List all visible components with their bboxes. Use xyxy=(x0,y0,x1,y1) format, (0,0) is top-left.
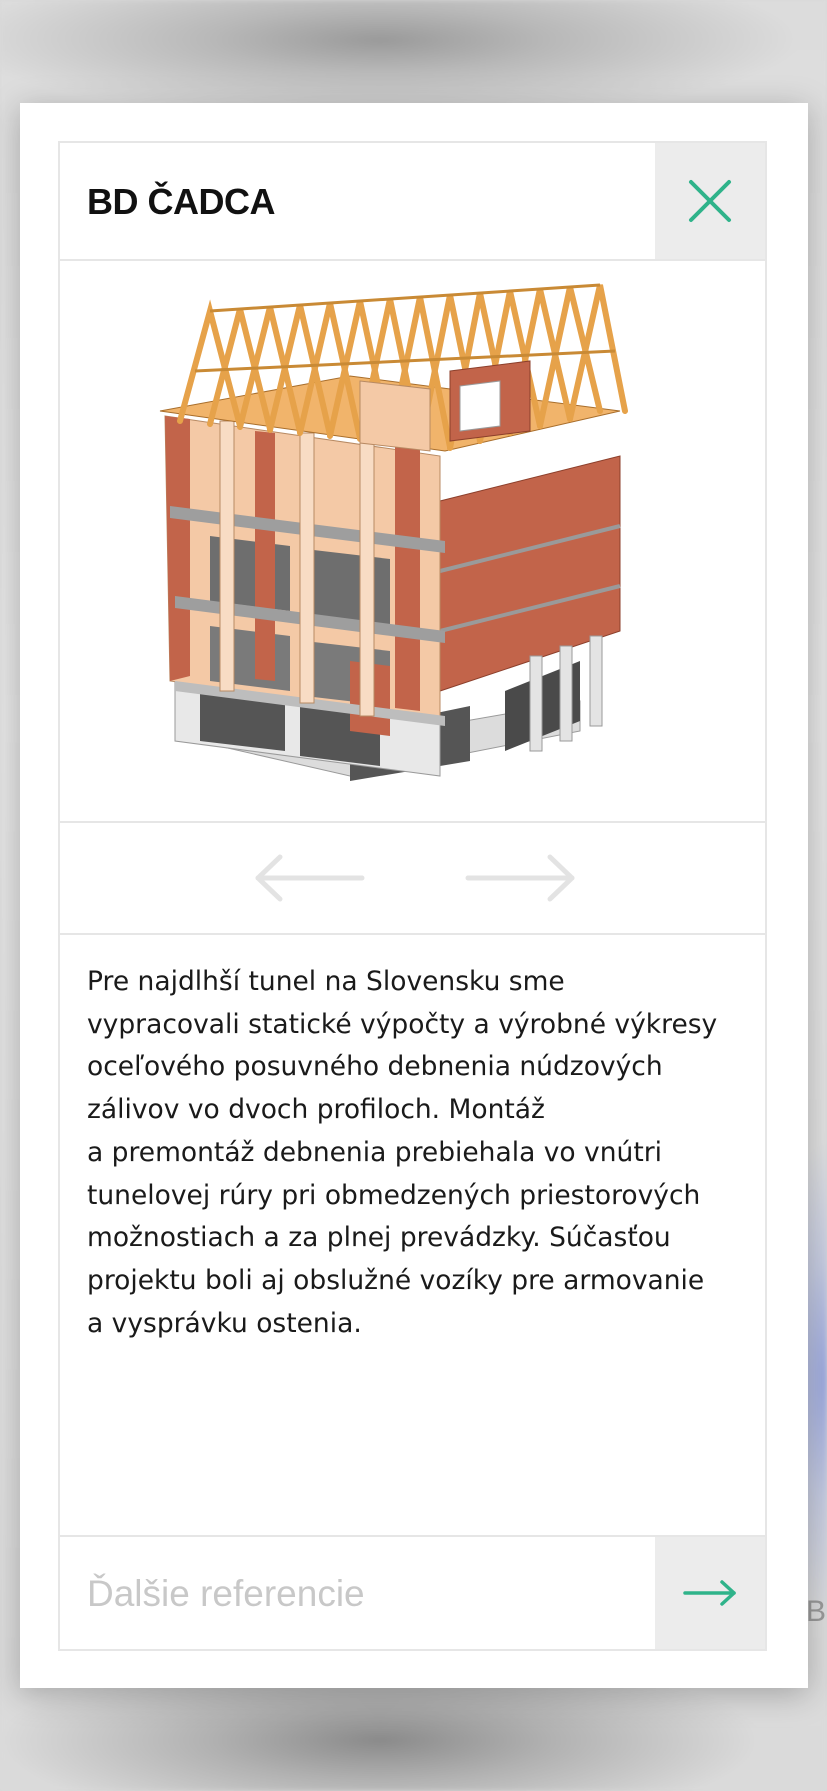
reference-modal: BD ČADCA Pre najdlhší tunel na Slovensku… xyxy=(58,141,767,1651)
more-references-link[interactable]: Ďalšie referencie xyxy=(87,1573,365,1615)
modal-footer: Ďalšie referencie xyxy=(60,1535,765,1649)
modal-overlay: BD ČADCA Pre najdlhší tunel na Slovensku… xyxy=(20,103,808,1688)
more-references-button[interactable] xyxy=(655,1537,765,1649)
gallery-navigation xyxy=(60,823,765,935)
project-description: Pre najdlhší tunel na Slovensku sme vypr… xyxy=(87,966,718,1339)
close-button[interactable] xyxy=(655,143,765,259)
project-image xyxy=(60,261,765,823)
arrow-left-icon xyxy=(255,854,365,902)
next-image-button[interactable] xyxy=(460,851,580,905)
arrow-right-icon xyxy=(683,1580,736,1606)
arrow-right-icon xyxy=(465,854,575,902)
close-icon xyxy=(689,180,731,222)
previous-image-button[interactable] xyxy=(250,851,370,905)
building-model-illustration xyxy=(159,283,628,781)
modal-header: BD ČADCA xyxy=(60,143,765,261)
modal-title: BD ČADCA xyxy=(87,181,276,222)
